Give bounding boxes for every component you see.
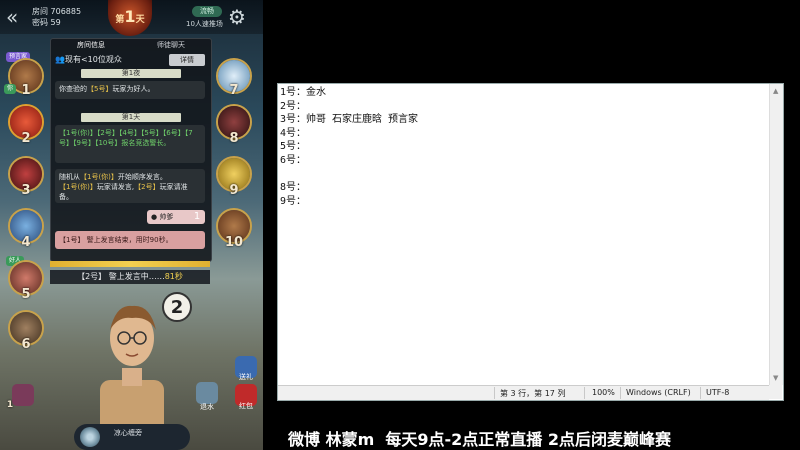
speaking-text: 【2号】 警上发言中…… bbox=[77, 272, 165, 281]
spectator-count: 1 bbox=[6, 400, 14, 410]
notepad-line: 3号：帅哥 石家庄鹿晗 预言家 bbox=[280, 114, 419, 126]
room-info: 房间 706885 密码 59 bbox=[32, 6, 81, 28]
encoding: UTF-8 bbox=[706, 388, 730, 397]
game-panel: « 房间 706885 密码 59 第1天 流畅 10人速推场 ⚙ 房间信息 师… bbox=[0, 0, 263, 450]
scroll-down-icon[interactable]: ▼ bbox=[773, 374, 778, 382]
notepad-line: 5号： bbox=[280, 141, 307, 153]
red-packet-label: 红包 bbox=[239, 402, 253, 410]
player-number-1: 1 bbox=[21, 83, 31, 98]
status-divider bbox=[620, 387, 621, 399]
gear-icon[interactable]: ⚙ bbox=[228, 6, 250, 28]
notepad-line: 2号： bbox=[280, 100, 307, 112]
chat-message-order: 随机从【1号(你)】开始顺序发言。【1号(你)】玩家请发言,【2号】玩家请准备。 bbox=[55, 169, 205, 203]
water-label: 退水 bbox=[200, 403, 214, 411]
msg-player: 【1号(你)】 bbox=[80, 173, 118, 181]
player-number-4: 4 bbox=[21, 235, 31, 250]
msg-player: 【2号】 bbox=[134, 183, 160, 191]
notepad-line: 8号： bbox=[280, 182, 307, 194]
msg-text: 开始顺序发言。 bbox=[117, 173, 167, 181]
msg-player: 【5号】 bbox=[87, 85, 113, 93]
notepad-line: 4号： bbox=[280, 127, 307, 139]
player-number-2: 2 bbox=[21, 131, 31, 146]
tab-room-info[interactable]: 房间信息 bbox=[51, 40, 131, 50]
speaking-player-number: 2 bbox=[162, 292, 192, 322]
player-number-3: 3 bbox=[21, 183, 31, 198]
resize-grip[interactable] bbox=[769, 385, 782, 399]
connection-status-badge: 流畅 bbox=[192, 6, 222, 17]
day-number: 1 bbox=[124, 7, 136, 26]
day-suffix: 天 bbox=[135, 15, 145, 25]
tab-mentor-chat[interactable]: 师徒聊天 bbox=[131, 40, 211, 50]
speaking-status: 【2号】 警上发言中……81秒 bbox=[50, 270, 210, 284]
chat-tabs: 房间信息 师徒聊天 bbox=[51, 39, 211, 51]
message-count-badge: 1 bbox=[193, 211, 201, 222]
mic-disc-icon bbox=[80, 427, 100, 447]
back-chevron-icon[interactable]: « bbox=[6, 6, 28, 28]
msg-text: 玩家为好人。 bbox=[112, 85, 155, 93]
notepad-line: 6号： bbox=[280, 154, 307, 166]
sender-name: 帅爹 bbox=[159, 213, 174, 221]
player-number-10: 10 bbox=[224, 235, 244, 250]
line-ending: Windows (CRLF) bbox=[626, 388, 691, 397]
chat-message-end: 【1号】 警上发言结束，用时90秒。 bbox=[55, 231, 205, 249]
audience-label: 现有<10位观众 bbox=[64, 55, 122, 64]
room-number: 房间 706885 bbox=[32, 7, 82, 16]
mic-label: 凉心缠旁 bbox=[114, 429, 142, 437]
chat-message-check: 你查验的【5号】玩家为好人。 bbox=[55, 81, 205, 99]
msg-text: 你查验的 bbox=[59, 85, 87, 93]
scroll-up-icon[interactable]: ▲ bbox=[773, 87, 778, 95]
status-divider bbox=[700, 387, 701, 399]
player-number-8: 8 bbox=[229, 131, 239, 146]
room-mode-label: 10人速推场 bbox=[186, 20, 223, 28]
night-separator: 第1夜 bbox=[81, 69, 181, 78]
chat-message-sheriff: 【1号(你)】【2号】【4号】【5号】【6号】【7号】【9号】【10号】报名竞选… bbox=[55, 125, 205, 163]
player-number-7: 7 bbox=[229, 83, 239, 98]
player-number-5: 5 bbox=[21, 287, 31, 302]
notepad-text-area[interactable]: 1号：金水 2号： 3号：帅哥 石家庄鹿晗 预言家 4号： 5号： 6号： 8号： 9号： bbox=[280, 86, 760, 208]
speaking-timer: 81秒 bbox=[164, 272, 183, 281]
notepad-line: 1号：金水 bbox=[280, 87, 327, 98]
day-separator: 第1天 bbox=[81, 113, 181, 122]
notepad-line: 9号： bbox=[280, 195, 307, 207]
detail-button[interactable]: 详情 bbox=[169, 54, 205, 66]
msg-text: 玩家请发言, bbox=[96, 183, 135, 191]
notepad-window: 1号：金水 2号： 3号：帅哥 石家庄鹿晗 预言家 4号： 5号： 6号： 8号： 9号： … bbox=[277, 83, 784, 401]
status-divider bbox=[584, 387, 585, 399]
status-divider bbox=[494, 387, 495, 399]
you-tag: 你 bbox=[4, 84, 17, 94]
room-password: 密码 59 bbox=[32, 18, 61, 27]
stream-caption: 微博 林蒙m 每天9点-2点正常直播 2点后闭麦巅峰赛 bbox=[288, 430, 671, 449]
msg-text: 随机从 bbox=[59, 173, 80, 181]
status-bar: 第 3 行，第 17 列 100% Windows (CRLF) UTF-8 bbox=[278, 385, 769, 400]
people-icon: 👥 bbox=[55, 55, 65, 64]
mic-control[interactable]: 凉心缠旁 bbox=[74, 424, 190, 450]
vertical-scrollbar[interactable]: ▲ ▼ bbox=[769, 84, 783, 385]
msg-player: 【1号(你)】 bbox=[59, 183, 97, 191]
zoom-level: 100% bbox=[592, 388, 615, 397]
player-number-6: 6 bbox=[21, 337, 31, 352]
player-number-9: 9 bbox=[229, 183, 239, 198]
send-gift-label: 送礼 bbox=[239, 373, 253, 381]
chat-panel: 房间信息 师徒聊天 👥现有<10位观众 详情 第1夜 你查验的【5号】玩家为好人… bbox=[50, 38, 212, 262]
water-icon[interactable] bbox=[196, 382, 218, 404]
notepad-line bbox=[280, 168, 760, 182]
collapse-bar[interactable] bbox=[50, 261, 210, 267]
cursor-position: 第 3 行，第 17 列 bbox=[500, 389, 566, 398]
